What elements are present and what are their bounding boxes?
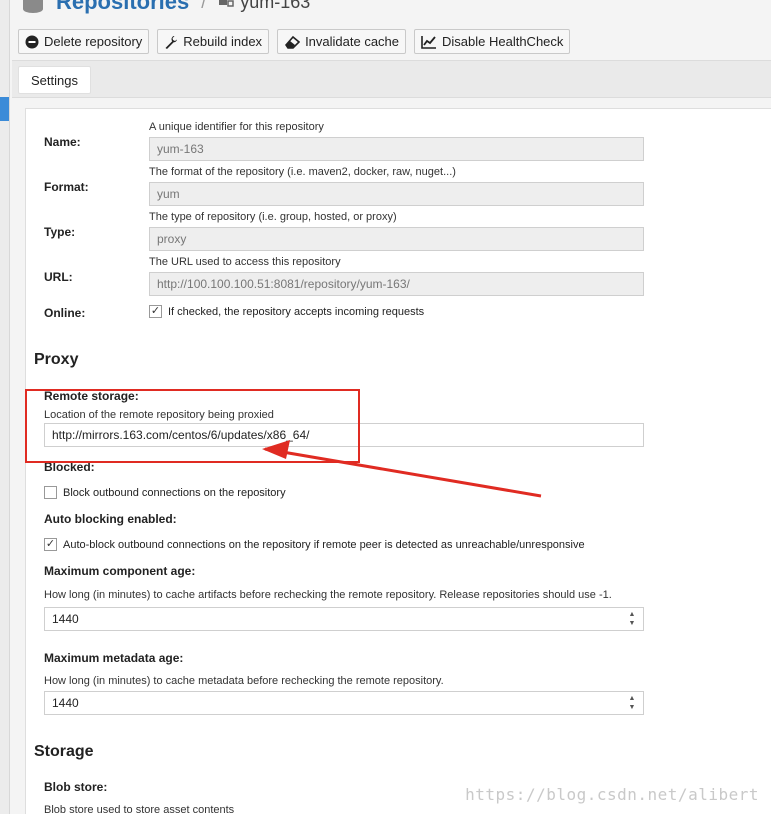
annotation-arrow-icon (262, 440, 542, 498)
watermark: https://blog.csdn.net/alibert (465, 785, 759, 804)
